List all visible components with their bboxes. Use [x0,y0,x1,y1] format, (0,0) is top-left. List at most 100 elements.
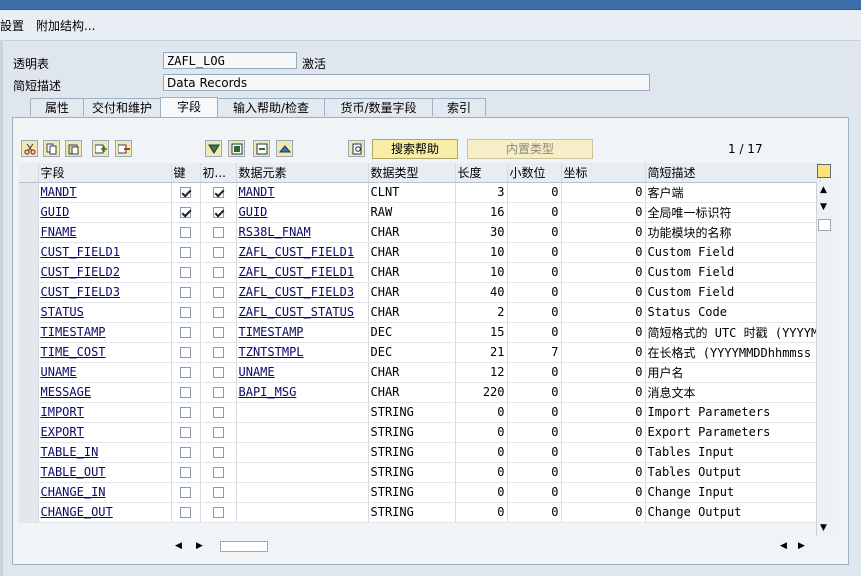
row-selector[interactable] [19,182,39,203]
data-type-cell[interactable]: CHAR [368,242,456,263]
field-name[interactable]: CHANGE_IN [41,485,106,499]
short-desc-cell[interactable]: 客户端 [645,182,822,203]
key-checkbox-cell[interactable] [171,222,201,243]
decimals-cell[interactable]: 7 [507,342,562,363]
initial-checkbox[interactable] [212,467,224,478]
delete-row-button[interactable] [115,140,132,157]
field-name-cell[interactable]: UNAME [38,362,172,383]
search-help-button[interactable]: 搜索帮助 [372,139,458,159]
field-name-cell[interactable]: GUID [38,202,172,223]
field-name-cell[interactable]: TIME_COST [38,342,172,363]
key-checkbox[interactable] [180,367,191,378]
field-name[interactable]: CHANGE_OUT [41,505,113,519]
scroll-up-icon[interactable]: ▲ [820,185,827,195]
decimals-cell[interactable]: 0 [507,202,562,223]
data-element[interactable]: ZAFL_CUST_FIELD1 [239,265,355,279]
data-element-cell[interactable]: ZAFL_CUST_STATUS [236,302,369,323]
field-name-cell[interactable]: MANDT [38,182,172,203]
data-element-cell[interactable]: GUID [236,202,369,223]
decimals-cell[interactable]: 0 [507,322,562,343]
key-checkbox[interactable] [180,187,191,198]
short-desc-cell[interactable]: 简短格式的 UTC 时戳 (YYYYM [645,322,822,343]
key-checkbox-cell[interactable] [171,322,201,343]
field-name-cell[interactable]: IMPORT [38,402,172,423]
length-cell[interactable]: 0 [455,402,508,423]
scroll-far-left-icon[interactable]: ◀ [780,541,787,551]
tab-attributes[interactable]: 属性 [30,98,84,116]
table-row[interactable]: MANDT MANDT CLNT 3 0 0 客户端 [19,182,822,203]
coordinate-cell[interactable]: 0 [561,282,646,303]
col-data-element[interactable]: 数据元素 [236,163,369,183]
key-checkbox-cell[interactable] [171,262,201,283]
length-cell[interactable]: 16 [455,202,508,223]
field-name[interactable]: CUST_FIELD1 [41,245,120,259]
data-element[interactable]: ZAFL_CUST_FIELD3 [239,285,355,299]
row-selector[interactable] [19,262,39,283]
data-element-cell[interactable]: MANDT [236,182,369,203]
initial-checkbox-cell[interactable] [200,502,237,523]
hscroll-thumb[interactable] [220,541,268,552]
key-checkbox[interactable] [180,507,191,518]
key-checkbox-cell[interactable] [171,282,201,303]
field-name-cell[interactable]: CUST_FIELD2 [38,262,172,283]
initial-checkbox[interactable] [212,367,224,378]
key-checkbox-cell[interactable] [171,402,201,423]
filter-button[interactable] [205,140,222,157]
row-selector[interactable] [19,442,39,463]
data-element-cell[interactable] [236,422,369,443]
initial-checkbox[interactable] [212,287,224,298]
table-row[interactable]: CUST_FIELD1 ZAFL_CUST_FIELD1 CHAR 10 0 0 Custo… [19,242,822,263]
length-cell[interactable]: 0 [455,462,508,483]
coordinate-cell[interactable]: 0 [561,442,646,463]
coordinate-cell[interactable]: 0 [561,482,646,503]
length-cell[interactable]: 30 [455,222,508,243]
data-type-cell[interactable]: CHAR [368,222,456,243]
field-name-cell[interactable]: FNAME [38,222,172,243]
data-type-cell[interactable]: CLNT [368,182,456,203]
table-row[interactable]: TABLE_OUT STRING 0 0 0 Tables Output [19,462,822,483]
field-name-cell[interactable]: MESSAGE [38,382,172,403]
field-name[interactable]: MANDT [41,185,77,199]
data-element[interactable]: MANDT [239,185,275,199]
data-element[interactable]: BAPI_MSG [239,385,297,399]
row-selector[interactable] [19,502,39,523]
field-name[interactable]: STATUS [41,305,84,319]
initial-checkbox[interactable] [212,247,224,258]
data-type-cell[interactable]: STRING [368,402,456,423]
data-type-cell[interactable]: DEC [368,342,456,363]
initial-checkbox-cell[interactable] [200,382,237,403]
decimals-cell[interactable]: 0 [507,502,562,523]
decimals-cell[interactable]: 0 [507,302,562,323]
field-name-cell[interactable]: CUST_FIELD1 [38,242,172,263]
key-checkbox[interactable] [180,327,191,338]
table-row[interactable]: CUST_FIELD2 ZAFL_CUST_FIELD1 CHAR 10 0 0 Custo… [19,262,822,283]
short-desc-cell[interactable]: Change Output [645,502,822,523]
data-element-cell[interactable]: ZAFL_CUST_FIELD3 [236,282,369,303]
scroll-thumb[interactable] [818,219,831,231]
key-checkbox-cell[interactable] [171,362,201,383]
short-desc-cell[interactable]: Tables Output [645,462,822,483]
field-name[interactable]: TABLE_IN [41,445,99,459]
key-checkbox-cell[interactable] [171,342,201,363]
row-selector-header[interactable] [19,163,39,183]
short-desc-cell[interactable]: Custom Field [645,262,822,283]
key-checkbox-cell[interactable] [171,422,201,443]
table-row[interactable]: TABLE_IN STRING 0 0 0 Tables Input [19,442,822,463]
key-checkbox-cell[interactable] [171,482,201,503]
row-selector[interactable] [19,462,39,483]
initial-checkbox-cell[interactable] [200,362,237,383]
menu-append-structure[interactable]: 附加结构... [36,17,95,34]
data-element[interactable]: TZNTSTMPL [239,345,304,359]
initial-checkbox-cell[interactable] [200,322,237,343]
data-element-cell[interactable]: TIMESTAMP [236,322,369,343]
cut-button[interactable] [21,140,38,157]
length-cell[interactable]: 220 [455,382,508,403]
data-element-cell[interactable]: ZAFL_CUST_FIELD1 [236,262,369,283]
key-checkbox[interactable] [180,387,191,398]
row-selector[interactable] [19,342,39,363]
key-checkbox-cell[interactable] [171,462,201,483]
data-type-cell[interactable]: DEC [368,322,456,343]
length-cell[interactable]: 12 [455,362,508,383]
key-checkbox[interactable] [180,347,191,358]
initial-checkbox-cell[interactable] [200,462,237,483]
